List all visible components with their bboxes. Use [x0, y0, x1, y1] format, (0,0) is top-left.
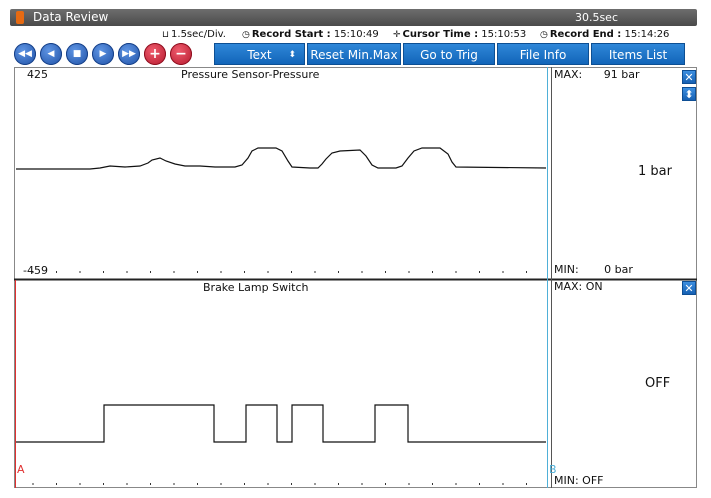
expand-vertical-icon: ⬍	[684, 88, 694, 101]
close-icon: ✕	[684, 282, 694, 295]
x-axis-ticks-top	[32, 271, 527, 273]
brake-max-value: ON	[585, 280, 603, 293]
cursor-a-label: A	[17, 463, 25, 476]
pressure-min: MIN: 0 bar	[554, 263, 633, 276]
pressure-scale-min: -459	[23, 264, 48, 277]
expand-pressure-button[interactable]: ⬍	[682, 87, 696, 101]
close-pressure-button[interactable]: ✕	[682, 70, 696, 84]
brake-min-label: MIN:	[554, 474, 579, 487]
close-icon: ✕	[684, 71, 694, 84]
pressure-max-label: MAX:	[554, 68, 583, 81]
x-axis-ticks-bottom	[32, 483, 527, 485]
pressure-min-label: MIN:	[554, 263, 579, 276]
brake-min: MIN: OFF	[554, 474, 603, 487]
pressure-max: MAX: 91 bar	[554, 68, 640, 81]
pressure-trace	[16, 147, 547, 170]
brake-min-value: OFF	[582, 474, 604, 487]
brake-max: MAX: ON	[554, 280, 603, 293]
brake-max-label: MAX:	[554, 280, 583, 293]
brake-plot-title: Brake Lamp Switch	[203, 281, 309, 294]
close-brake-button[interactable]: ✕	[682, 281, 696, 295]
pressure-current-value: 1 bar	[638, 164, 672, 179]
cursor-b-label: B	[549, 463, 557, 476]
brake-current-value: OFF	[645, 376, 671, 391]
pressure-plot-title: Pressure Sensor-Pressure	[181, 68, 320, 81]
pressure-scale-max: 425	[27, 68, 48, 81]
brake-lamp-trace	[16, 404, 546, 443]
pressure-min-value: 0 bar	[604, 263, 633, 276]
pressure-max-value: 91 bar	[603, 68, 640, 81]
